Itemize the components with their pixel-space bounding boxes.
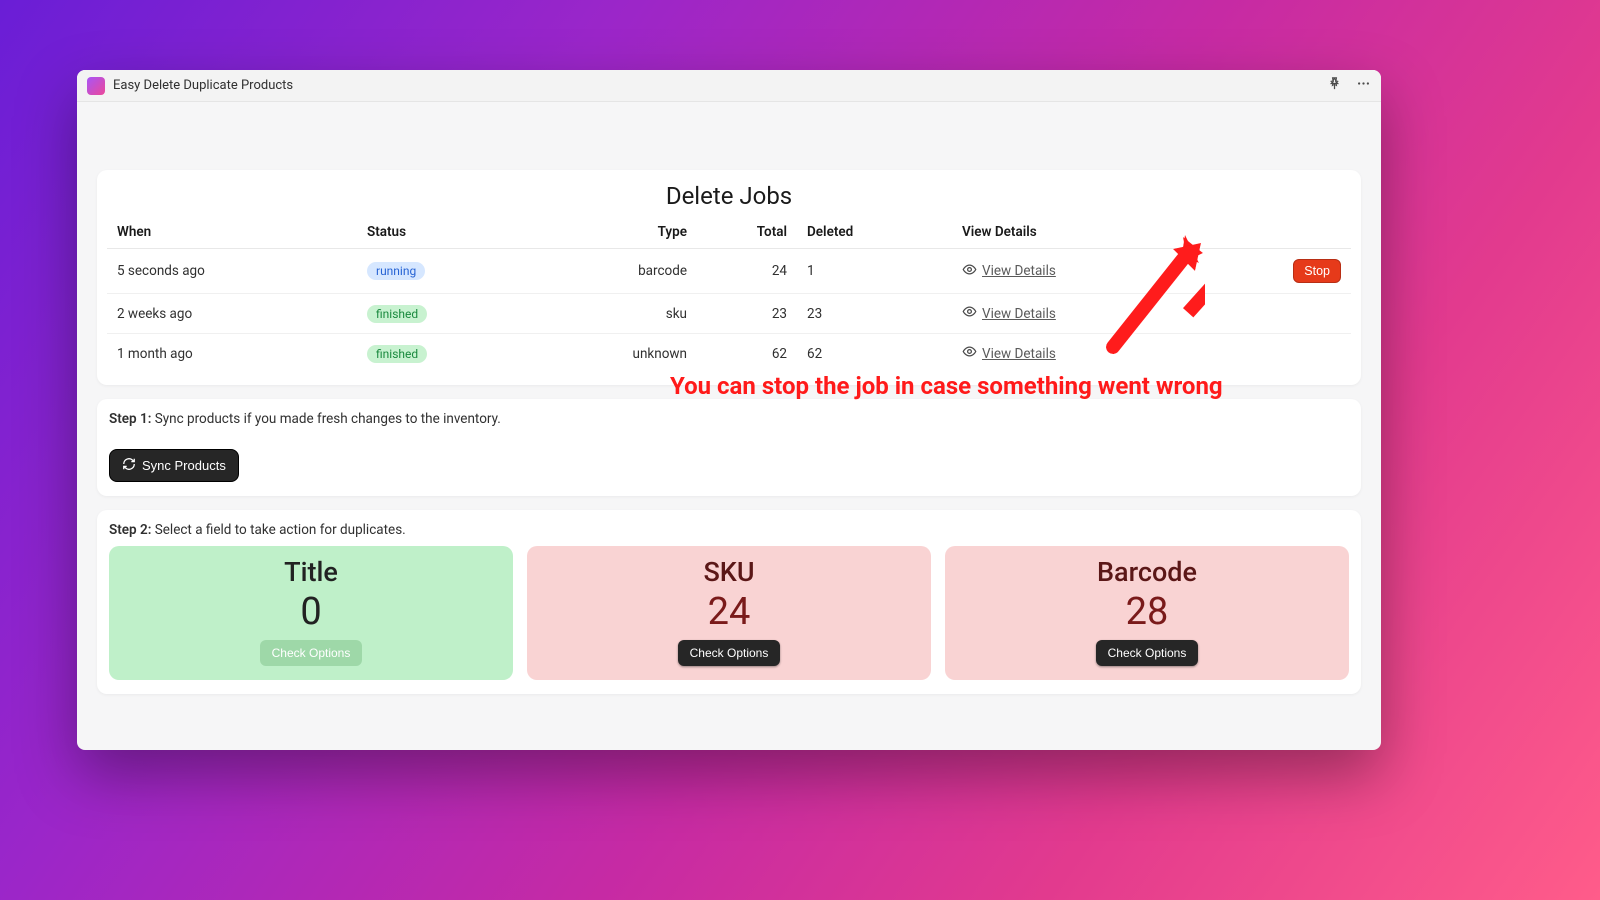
cell-status: finished [357, 294, 547, 334]
cell-action [1202, 294, 1351, 334]
refresh-icon [122, 457, 136, 474]
step1-desc: Sync products if you made fresh changes … [155, 411, 501, 427]
tile-count: 0 [119, 590, 503, 634]
step1-label: Step 1: [109, 411, 151, 427]
cell-status: finished [357, 334, 547, 374]
step2-text: Step 2: Select a field to take action fo… [109, 522, 1349, 538]
cell-when: 1 month ago [107, 334, 357, 374]
cell-action: Stop [1202, 249, 1351, 294]
tile-title: SKU [537, 556, 921, 588]
cell-when: 2 weeks ago [107, 294, 357, 334]
cell-action [1202, 334, 1351, 374]
step1-text: Step 1: Sync products if you made fresh … [109, 411, 1349, 427]
app-title: Easy Delete Duplicate Products [113, 78, 1319, 93]
view-details-link[interactable]: View Details [962, 344, 1056, 363]
dup-tile-sku: SKU24 Check Options [527, 546, 931, 680]
dup-tile-barcode: Barcode28 Check Options [945, 546, 1349, 680]
app-window: Easy Delete Duplicate Products Delete Jo… [77, 70, 1381, 750]
cell-deleted: 62 [797, 334, 952, 374]
pin-icon[interactable] [1327, 76, 1342, 95]
tile-title: Title [119, 556, 503, 588]
cell-type: barcode [547, 249, 697, 294]
col-action [1202, 216, 1351, 249]
cell-total: 23 [697, 294, 797, 334]
view-details-link[interactable]: View Details [962, 262, 1056, 281]
step2-label: Step 2: [109, 522, 151, 538]
titlebar-actions [1327, 76, 1371, 95]
annotation-arrow-icon [1095, 235, 1205, 355]
cell-total: 24 [697, 249, 797, 294]
cell-type: unknown [547, 334, 697, 374]
col-when: When [107, 216, 357, 249]
col-type: Type [547, 216, 697, 249]
dup-tile-title: Title0 Check Options [109, 546, 513, 680]
sync-products-button[interactable]: Sync Products [109, 449, 239, 482]
sync-button-label: Sync Products [142, 458, 226, 473]
eye-icon [962, 344, 977, 363]
stop-button[interactable]: Stop [1293, 259, 1341, 283]
more-icon[interactable] [1356, 76, 1371, 95]
cell-total: 62 [697, 334, 797, 374]
tile-count: 24 [537, 590, 921, 634]
annotation-text: You can stop the job in case something w… [670, 372, 1223, 400]
view-details-link[interactable]: View Details [962, 304, 1056, 323]
col-total: Total [697, 216, 797, 249]
check-options-button[interactable]: Check Options [260, 640, 363, 666]
cell-status: running [357, 249, 547, 294]
col-status: Status [357, 216, 547, 249]
eye-icon [962, 304, 977, 323]
step1-card: Step 1: Sync products if you made fresh … [97, 399, 1361, 496]
app-icon [87, 77, 105, 95]
status-badge: running [367, 262, 425, 280]
content: Delete Jobs When Status Type Total Delet… [77, 102, 1381, 728]
status-badge: finished [367, 345, 427, 363]
check-options-button[interactable]: Check Options [1096, 640, 1199, 666]
col-deleted: Deleted [797, 216, 952, 249]
cell-when: 5 seconds ago [107, 249, 357, 294]
cell-type: sku [547, 294, 697, 334]
cell-deleted: 1 [797, 249, 952, 294]
tile-title: Barcode [955, 556, 1339, 588]
titlebar: Easy Delete Duplicate Products [77, 70, 1381, 102]
step2-desc: Select a field to take action for duplic… [155, 522, 406, 538]
check-options-button[interactable]: Check Options [678, 640, 781, 666]
delete-jobs-title: Delete Jobs [107, 180, 1351, 216]
step2-card: Step 2: Select a field to take action fo… [97, 510, 1361, 694]
tile-count: 28 [955, 590, 1339, 634]
dup-tiles: Title0Check OptionsSKU24Check OptionsBar… [109, 546, 1349, 680]
eye-icon [962, 262, 977, 281]
status-badge: finished [367, 305, 427, 323]
cell-deleted: 23 [797, 294, 952, 334]
